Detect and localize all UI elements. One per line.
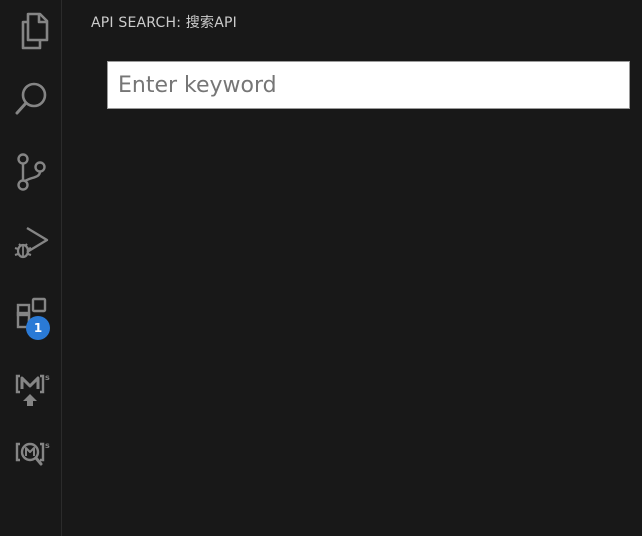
search-icon (12, 80, 50, 120)
panel-title: API SEARCH: 搜索API (91, 15, 237, 31)
m-upload-icon: s (11, 364, 51, 408)
activity-item-search[interactable] (0, 70, 61, 130)
files-icon (13, 10, 49, 50)
activity-item-m-search[interactable]: s (0, 424, 61, 484)
activity-item-source-control[interactable] (0, 142, 61, 202)
activity-item-m-upload[interactable]: s (0, 356, 61, 416)
svg-text:s: s (45, 373, 50, 382)
svg-text:s: s (45, 441, 50, 450)
keyword-search-input[interactable] (107, 61, 630, 109)
m-search-icon: s (11, 434, 51, 474)
activity-item-run-debug[interactable] (0, 212, 61, 272)
run-debug-icon (11, 222, 51, 262)
activity-item-explorer[interactable] (0, 0, 61, 60)
app-window: 1 s s API SEARCH: 搜索API Enter keyword (0, 0, 642, 536)
source-control-icon (13, 151, 49, 193)
activity-bar: 1 s s (0, 0, 62, 536)
api-search-panel: API SEARCH: 搜索API (62, 0, 642, 536)
extensions-badge: 1 (26, 316, 50, 340)
